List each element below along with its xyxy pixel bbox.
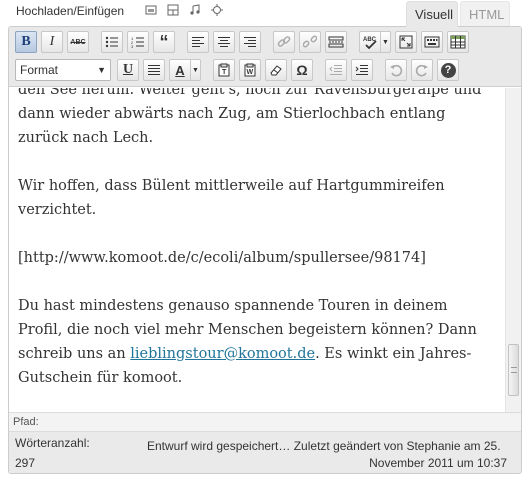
indent-button[interactable]: [351, 59, 373, 81]
spellcheck-dropdown-icon[interactable]: ▼: [381, 31, 391, 53]
email-link[interactable]: lieblingstour@komoot.de: [130, 346, 315, 362]
paste-word-button[interactable]: W: [239, 59, 261, 81]
help-button[interactable]: ?: [437, 59, 459, 81]
fullscreen-button[interactable]: [395, 31, 417, 53]
align-left-icon: [192, 37, 204, 47]
bullet-list-icon: [105, 36, 118, 48]
content-scrollbar[interactable]: [505, 88, 521, 412]
text-color-button[interactable]: A: [169, 59, 191, 81]
eraser-icon: [270, 65, 282, 76]
bullet-list-button[interactable]: [101, 31, 123, 53]
align-center-button[interactable]: [213, 31, 235, 53]
link-icon: [277, 36, 291, 47]
help-icon: ?: [440, 62, 456, 78]
word-count-label: Wörteranzahl:: [15, 436, 90, 450]
grip-icon: [511, 367, 517, 373]
content-paragraph-3: [http://www.komoot.de/c/ecoli/album/spul…: [18, 250, 426, 266]
undo-button[interactable]: [385, 59, 407, 81]
text-color-label: A: [175, 62, 185, 78]
upload-insert-label: Hochladen/Einfügen: [16, 4, 125, 18]
toolbar-row-2: Format ▼ U A ▼ T W Ω ?: [15, 58, 463, 82]
fullscreen-icon: [399, 35, 413, 49]
strikethrough-button[interactable]: ABC: [67, 31, 89, 53]
scrollbar-thumb[interactable]: [508, 344, 519, 396]
numbered-list-button[interactable]: 123: [127, 31, 149, 53]
unlink-button[interactable]: [299, 31, 321, 53]
bold-button[interactable]: B: [15, 31, 37, 53]
chevron-down-icon: ▼: [97, 65, 106, 75]
align-left-button[interactable]: [187, 31, 209, 53]
content-paragraph-2: Wir hoffen, dass Bülent mittlerweile auf…: [18, 178, 445, 218]
redo-icon: [415, 64, 428, 77]
kitchen-sink-button[interactable]: [421, 31, 443, 53]
paste-word-icon: W: [244, 63, 256, 77]
justify-icon: [148, 65, 160, 75]
table-icon: [450, 35, 466, 49]
special-char-button[interactable]: Ω: [291, 59, 313, 81]
omega-icon: Ω: [296, 62, 308, 78]
path-label: Pfad:: [13, 416, 39, 428]
spellcheck-icon: ABC: [363, 37, 377, 49]
align-center-icon: [218, 37, 230, 47]
quote-icon: “: [159, 32, 169, 52]
justify-button[interactable]: [143, 59, 165, 81]
indent-icon: [355, 65, 368, 75]
italic-label: I: [49, 34, 55, 49]
undo-icon: [390, 64, 403, 77]
paste-text-button[interactable]: T: [213, 59, 235, 81]
editor-content[interactable]: den See herum. Weiter geht's, noch zur R…: [9, 88, 505, 412]
paste-text-icon: T: [218, 63, 230, 77]
underline-label: U: [122, 62, 134, 77]
content-paragraph-4: Du hast mindestens genauso spannende Tou…: [18, 294, 496, 390]
media-bar: Hochladen/Einfügen Visuell HTML: [0, 0, 530, 27]
insert-table-button[interactable]: [447, 31, 469, 53]
gallery-icon[interactable]: [166, 4, 180, 18]
outdent-button[interactable]: [325, 59, 347, 81]
text-color-split-button: A ▼: [169, 59, 201, 81]
format-select-value: Format: [20, 63, 59, 77]
svg-text:3: 3: [131, 44, 134, 48]
image-icon[interactable]: [144, 4, 158, 18]
more-tag-button[interactable]: [325, 31, 347, 53]
autosave-status: Entwurf wird gespeichert… Zuletzt geände…: [147, 439, 501, 453]
more-tag-icon: [328, 36, 344, 48]
numbered-list-icon: 123: [131, 36, 144, 48]
redo-button[interactable]: [411, 59, 433, 81]
content-paragraph-1: den See herum. Weiter geht's, noch zur R…: [18, 88, 482, 146]
align-right-icon: [244, 37, 256, 47]
status-bar: Wörteranzahl: 297 Entwurf wird gespeiche…: [9, 431, 521, 473]
tab-visual[interactable]: Visuell: [406, 1, 458, 27]
editor-toolbar: B I ABC 123 “ ABC ▼ Format ▼ U A ▼ T W Ω…: [9, 27, 521, 87]
italic-button[interactable]: I: [41, 31, 63, 53]
insert-link-button[interactable]: [273, 31, 295, 53]
outdent-icon: [329, 65, 342, 75]
toolbar-row-1: B I ABC 123 “ ABC ▼: [15, 30, 473, 54]
spellcheck-button[interactable]: ABC: [359, 31, 381, 53]
keyboard-icon: [424, 36, 440, 48]
tab-html[interactable]: HTML: [460, 1, 510, 27]
last-edited-timestamp: November 2011 um 10:37: [369, 456, 507, 470]
editor-frame: B I ABC 123 “ ABC ▼ Format ▼ U A ▼ T W Ω…: [8, 26, 522, 474]
text-color-dropdown-icon[interactable]: ▼: [191, 59, 201, 81]
svg-text:W: W: [247, 69, 254, 76]
path-bar: Pfad:: [9, 412, 521, 431]
spellcheck-split-button: ABC ▼: [359, 31, 391, 53]
media-icons: [144, 4, 224, 18]
format-select[interactable]: Format ▼: [15, 59, 111, 81]
remove-format-button[interactable]: [265, 59, 287, 81]
unlink-icon: [303, 35, 317, 48]
strike-label: ABC: [70, 38, 86, 46]
align-right-button[interactable]: [239, 31, 261, 53]
svg-text:T: T: [222, 69, 227, 76]
audio-icon[interactable]: [188, 4, 202, 18]
underline-button[interactable]: U: [117, 59, 139, 81]
blockquote-button[interactable]: “: [153, 31, 175, 53]
bold-label: B: [21, 34, 31, 49]
star-icon[interactable]: [210, 4, 224, 18]
word-count-value: 297: [15, 456, 36, 470]
